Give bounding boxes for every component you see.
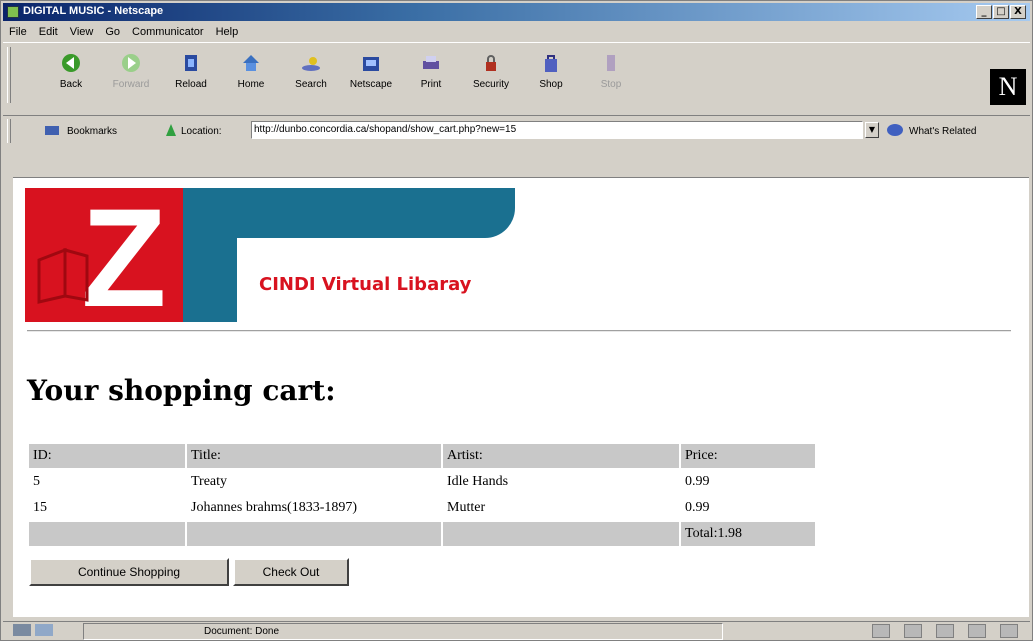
book-icon: [37, 247, 89, 304]
chevron-down-icon: ▼: [868, 125, 876, 134]
cell-price: 0.99: [685, 474, 710, 489]
cart-table: ID: Title: Artist: Price: 5 Treaty Idle …: [27, 442, 817, 548]
navigator-component-icon[interactable]: [872, 624, 890, 638]
window-title: DIGITAL MUSIC - Netscape: [23, 5, 164, 17]
continue-shopping-button[interactable]: Continue Shopping: [29, 558, 229, 586]
whats-related-button[interactable]: What's Related: [885, 123, 977, 140]
header-id: ID:: [29, 444, 185, 468]
page-content: Z CINDI Virtual Libaray Your shopping ca…: [13, 177, 1029, 617]
cart-total: Total:1.98: [681, 522, 815, 546]
cell-id: 15: [33, 500, 47, 515]
security-status-icon[interactable]: [13, 624, 31, 636]
total-spacer: [187, 522, 441, 546]
total-spacer: [443, 522, 679, 546]
menu-view[interactable]: View: [70, 26, 94, 38]
divider: [27, 330, 1011, 332]
title-bar: DIGITAL MUSIC - Netscape _ □ X: [3, 3, 1030, 21]
svg-text:Z: Z: [81, 188, 167, 322]
page-title: Your shopping cart:: [27, 374, 336, 407]
menu-help[interactable]: Help: [216, 26, 239, 38]
whats-related-icon: [885, 123, 905, 140]
bookmarks-button[interactable]: Bookmarks: [43, 123, 117, 140]
bookmarks-icon: [43, 123, 63, 140]
menu-edit[interactable]: Edit: [39, 26, 58, 38]
table-total-row: Total:1.98: [29, 522, 815, 546]
netscape-button[interactable]: Netscape: [341, 47, 401, 99]
menu-file[interactable]: File: [9, 26, 27, 38]
header-artist: Artist:: [443, 444, 679, 468]
site-banner: Z CINDI Virtual Libaray: [25, 179, 515, 336]
banner-bar: [183, 188, 515, 238]
home-icon: [239, 51, 263, 75]
forward-button[interactable]: Forward: [101, 47, 161, 99]
composer-component-icon[interactable]: [1000, 624, 1018, 638]
reload-button[interactable]: Reload: [161, 47, 221, 99]
table-row: 15 Johannes brahms(1833-1897) Mutter 0.9…: [29, 496, 815, 520]
close-button[interactable]: X: [1010, 5, 1026, 19]
address-book-component-icon[interactable]: [968, 624, 986, 638]
shop-bag-icon: [539, 51, 563, 75]
search-icon: [299, 51, 323, 75]
cell-price: 0.99: [685, 500, 710, 515]
shop-button[interactable]: Shop: [521, 47, 581, 99]
status-text: Document: Done: [83, 623, 723, 640]
netscape-icon: [359, 51, 383, 75]
table-header-row: ID: Title: Artist: Price:: [29, 444, 815, 468]
search-button[interactable]: Search: [281, 47, 341, 99]
menu-bar: File Edit View Go Communicator Help: [3, 23, 238, 41]
security-button[interactable]: Security: [461, 47, 521, 99]
newsgroups-component-icon[interactable]: [936, 624, 954, 638]
menu-go[interactable]: Go: [105, 26, 120, 38]
site-name: CINDI Virtual Libaray: [259, 274, 472, 295]
cell-artist: Mutter: [447, 500, 486, 515]
back-arrow-icon: [59, 51, 83, 75]
print-icon: [419, 51, 443, 75]
url-dropdown-button[interactable]: ▼: [865, 122, 879, 138]
location-toolbar: Bookmarks Location: http://dunbo.concord…: [3, 117, 1030, 145]
mail-component-icon[interactable]: [904, 624, 922, 638]
reload-icon: [179, 51, 203, 75]
maximize-button[interactable]: □: [993, 5, 1009, 19]
back-button[interactable]: Back: [41, 47, 101, 99]
check-out-button[interactable]: Check Out: [233, 558, 349, 586]
location-grip[interactable]: [7, 119, 11, 143]
print-button[interactable]: Print: [401, 47, 461, 99]
navigation-toolbar: Back Forward Reload Home Search Netscape…: [3, 42, 1030, 116]
header-title: Title:: [187, 444, 441, 468]
minimize-button[interactable]: _: [976, 5, 992, 19]
location-label: Location:: [165, 123, 222, 140]
url-field[interactable]: http://dunbo.concordia.ca/shopand/show_c…: [251, 121, 863, 139]
netscape-app-icon: [7, 6, 19, 18]
location-icon: [165, 123, 177, 140]
cart-actions: Continue Shopping Check Out: [29, 558, 349, 586]
cell-id: 5: [33, 474, 40, 489]
forward-arrow-icon: [119, 51, 143, 75]
banner-logo: Z: [25, 179, 183, 336]
toolbar-grip[interactable]: [7, 47, 11, 103]
status-bar: Document: Done: [3, 621, 1030, 640]
table-row: 5 Treaty Idle Hands 0.99: [29, 470, 815, 494]
menu-communicator[interactable]: Communicator: [132, 26, 204, 38]
cell-artist: Idle Hands: [447, 474, 509, 489]
browser-window: DIGITAL MUSIC - Netscape _ □ X File Edit…: [0, 0, 1033, 641]
stop-icon: [599, 51, 623, 75]
netscape-throbber-logo[interactable]: N: [990, 69, 1026, 105]
cell-title: Treaty: [191, 474, 228, 489]
security-lock-icon: [479, 51, 503, 75]
total-spacer: [29, 522, 185, 546]
home-button[interactable]: Home: [221, 47, 281, 99]
stop-button[interactable]: Stop: [581, 47, 641, 99]
header-price: Price:: [681, 444, 815, 468]
offline-status-icon[interactable]: [35, 624, 53, 636]
cell-title: Johannes brahms(1833-1897): [191, 500, 358, 515]
